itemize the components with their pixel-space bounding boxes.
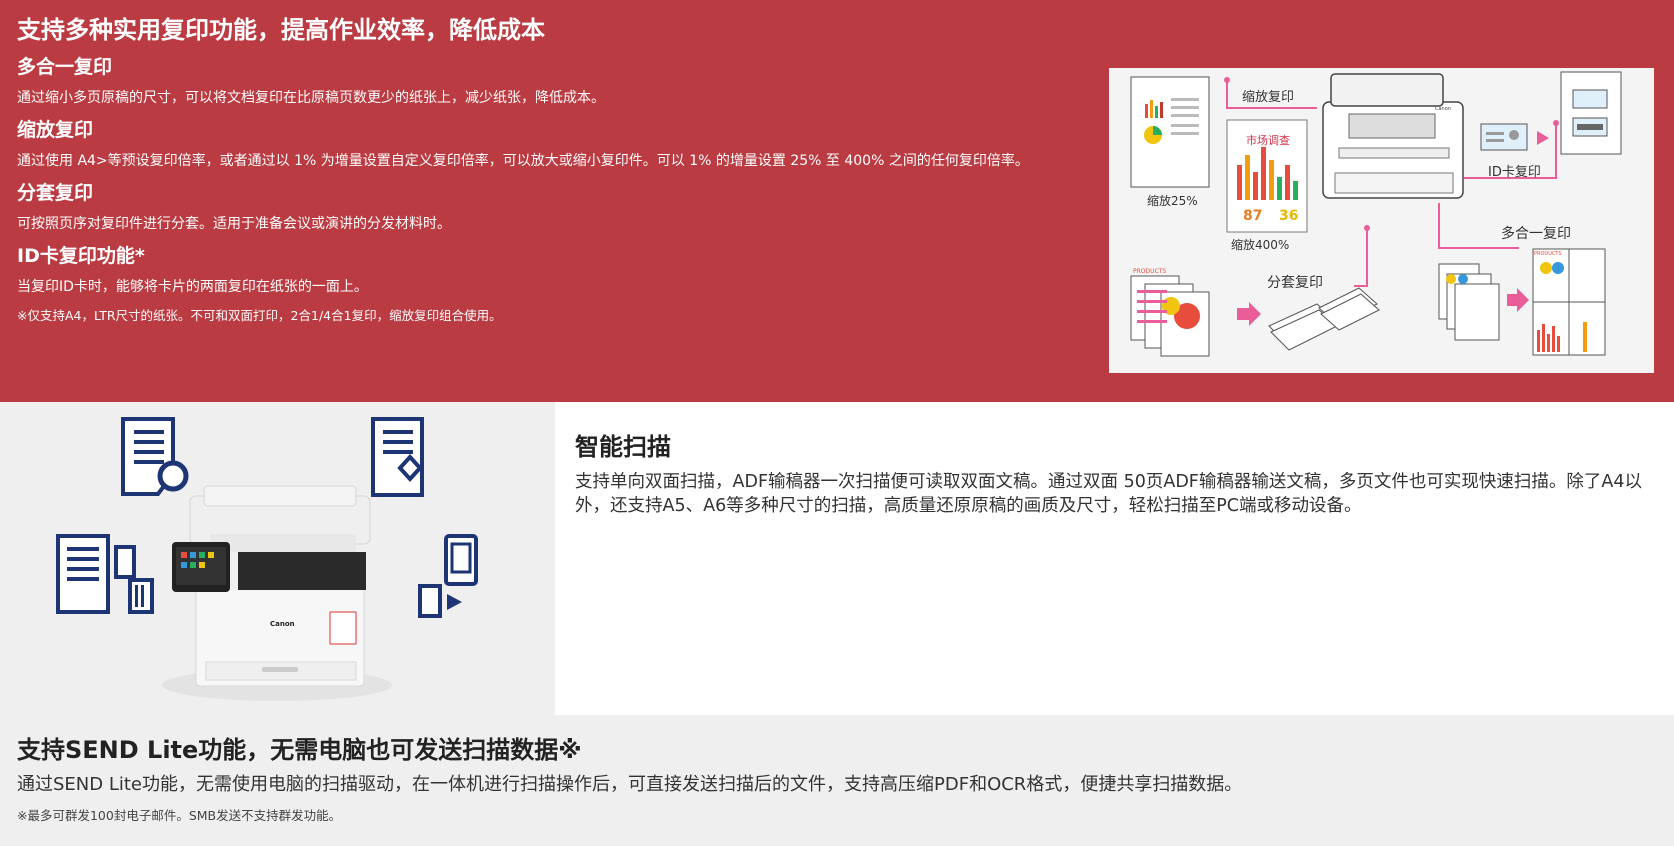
diagram-label-reduce-25: 缩放25% — [1147, 193, 1198, 208]
collate-documents-icon — [1130, 275, 1380, 357]
diagram-label-enlarge-400: 缩放400% — [1231, 237, 1289, 252]
diagram-products-small: PRODUCTS — [1534, 251, 1562, 257]
nup-documents-icon — [1438, 248, 1606, 356]
copy-footnote: ※仅支持A4，LTR尺寸的纸张。不可和双面打印，2合1/4合1复印，缩放复印组合… — [17, 308, 502, 323]
feature-title-idcard: ID卡复印功能* — [17, 245, 145, 267]
smart-scan-title: 智能扫描 — [575, 433, 671, 461]
feature-desc-idcard: 当复印ID卡时，能够将卡片的两面复印在纸张的一面上。 — [17, 279, 368, 295]
diagram-percent-a: 87 — [1243, 208, 1262, 224]
smart-scan-section: 智能扫描 支持单向双面扫描，ADF输稿器一次扫描便可读取双面文稿。通过双面 50… — [555, 402, 1674, 715]
send-lite-title: 支持SEND Lite功能，无需电脑也可发送扫描数据※ — [17, 736, 582, 764]
sync-icon — [157, 460, 189, 492]
send-lite-section: 支持SEND Lite功能，无需电脑也可发送扫描数据※ 通过SEND Lite功… — [0, 715, 1674, 846]
mobile-device-icon — [418, 534, 478, 618]
feature-title-zoom: 缩放复印 — [17, 119, 94, 141]
diagram-label-idcard: ID卡复印 — [1488, 165, 1541, 180]
diagram-printer-brand: Canon — [1435, 106, 1451, 112]
copy-section-title: 支持多种实用复印功能，提高作业效率，降低成本 — [17, 16, 545, 44]
diagram-label-reduce-copy: 缩放复印 — [1242, 89, 1294, 105]
send-lite-description: 通过SEND Lite功能，无需使用电脑的扫描驱动，在一体机进行扫描操作后，可直… — [17, 774, 1243, 795]
smart-scan-description: 支持单向双面扫描，ADF输稿器一次扫描便可读取双面文稿。通过双面 50页ADF输… — [575, 472, 1642, 516]
diagram-products-large: PRODUCTS — [1133, 268, 1166, 275]
id-card-icon — [1480, 71, 1622, 155]
feature-desc-zoom: 通过使用 A4>等预设复印倍率，或者通过以 1% 为增量设置自定义复印倍率，可以… — [17, 153, 1029, 169]
multifunction-printer-icon — [162, 485, 392, 701]
copy-functions-diagram: 缩放25% 缩放复印 市场调查 87 36 缩放400% Canon ID卡复印… — [1109, 68, 1654, 373]
diagram-label-collate: 分套复印 — [1267, 274, 1323, 291]
feature-desc-collate: 可按照页序对复印件进行分套。适用于准备会议或演讲的分发材料时。 — [17, 216, 451, 232]
feature-title-nup: 多合一复印 — [17, 56, 113, 78]
diagram-label-nup: 多合一复印 — [1501, 225, 1571, 242]
feature-desc-nup: 通过缩小多页原稿的尺寸，可以将文档复印在比原稿页数更少的纸张上，减少纸张，降低成… — [17, 90, 605, 106]
printer-icon — [1322, 73, 1464, 199]
reduced-document-icon — [1130, 76, 1210, 188]
printer-brand-label: Canon — [270, 620, 295, 628]
feature-title-collate: 分套复印 — [17, 182, 94, 204]
scan-illustration: Canon — [0, 402, 555, 715]
copy-features-section: 支持多种实用复印功能，提高作业效率，降低成本 多合一复印 通过缩小多页原稿的尺寸… — [0, 0, 1674, 402]
diagram-percent-b: 36 — [1279, 208, 1298, 224]
document-folder-icon — [56, 534, 154, 614]
send-lite-footnote: ※最多可群发100封电子邮件。SMB发送不支持群发功能。 — [17, 808, 342, 823]
copy-features-text: 支持多种实用复印功能，提高作业效率，降低成本 多合一复印 通过缩小多页原稿的尺寸… — [17, 14, 1102, 326]
diagram-label-market: 市场调查 — [1246, 133, 1290, 147]
